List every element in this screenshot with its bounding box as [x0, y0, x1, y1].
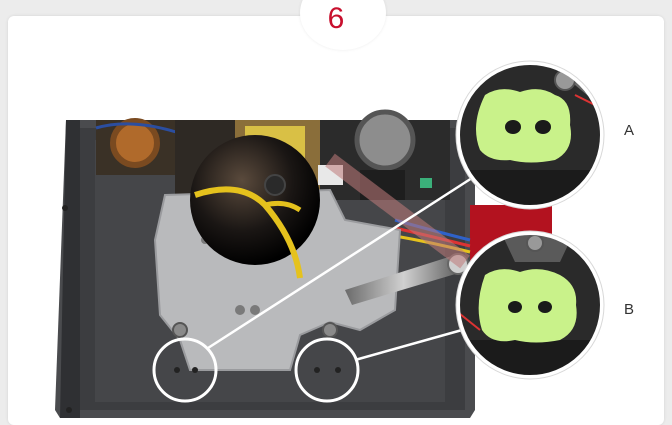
step-number: 6	[327, 2, 345, 35]
device-photo	[55, 60, 605, 418]
callout-b-zoom	[455, 230, 605, 380]
callout-label-a: A	[624, 122, 635, 139]
battery-pack	[476, 89, 571, 163]
callout-a-zoom	[455, 60, 605, 210]
callout-label-b: B	[624, 301, 635, 318]
battery-pack-b	[478, 269, 577, 343]
